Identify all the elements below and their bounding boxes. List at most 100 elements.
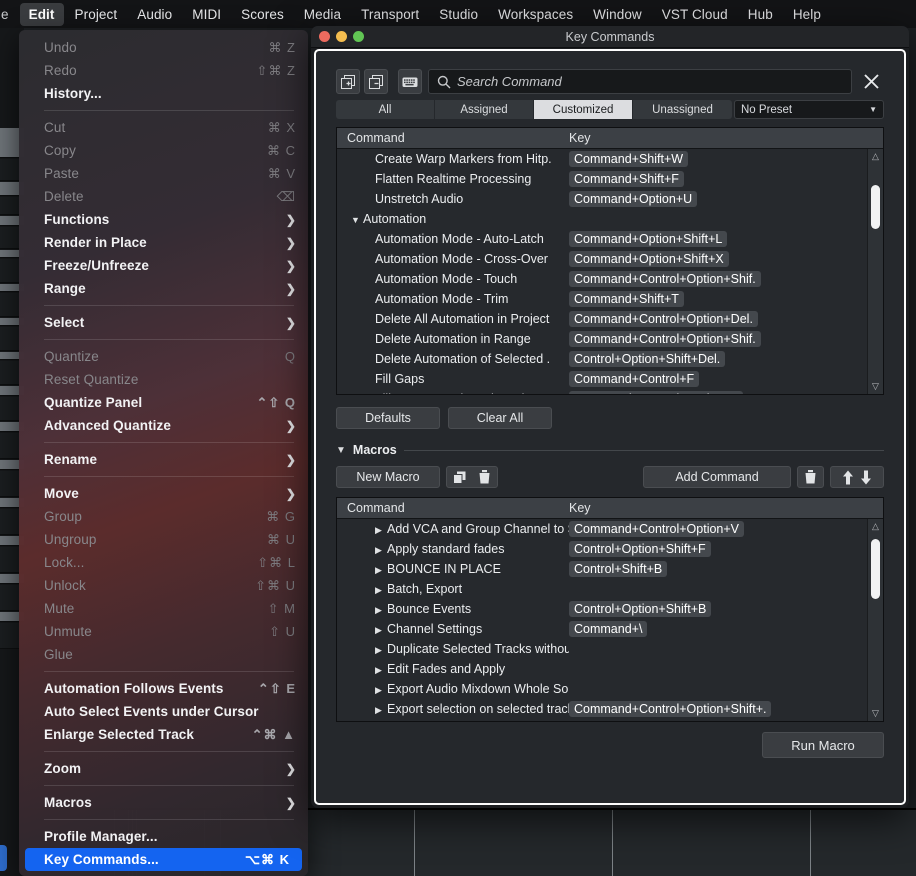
triangle-down-icon[interactable]: ▼	[351, 215, 363, 225]
menu-bar-item-hub[interactable]: Hub	[739, 3, 782, 26]
run-macro-button[interactable]: Run Macro	[762, 732, 884, 758]
triangle-right-icon[interactable]: ▶	[375, 565, 387, 576]
delete-command-icon[interactable]	[797, 466, 824, 488]
expand-all-icon[interactable]	[336, 69, 360, 94]
triangle-right-icon[interactable]: ▶	[375, 685, 387, 696]
row-key-binding[interactable]: Command+Control+Option+Shif.	[569, 331, 761, 347]
menu-item-enlarge-selected-track[interactable]: Enlarge Selected Track ⌃⌘ ▲	[19, 723, 308, 746]
macros-scrollbar-thumb[interactable]	[871, 539, 880, 599]
table-row[interactable]: Automation Mode - Cross-Over Command+Opti…	[337, 249, 883, 269]
menu-item-freeze-unfreeze[interactable]: Freeze/Unfreeze ❯	[19, 254, 308, 277]
scrollbar-thumb[interactable]	[871, 185, 880, 229]
row-key-binding[interactable]: Command+Control+Option+Shif.	[569, 271, 761, 287]
row-key-binding[interactable]: Command+Option+U	[569, 191, 698, 207]
row-key-binding[interactable]: Control+Option+Shift+F	[569, 541, 711, 557]
menu-item-automation-follows-events[interactable]: Automation Follows Events ⌃⇧ E	[19, 677, 308, 700]
table-row[interactable]: Create Warp Markers from Hitp. Command+Sh…	[337, 149, 883, 169]
menu-item-zoom[interactable]: Zoom ❯	[19, 757, 308, 780]
table-row[interactable]: Unstretch Audio Command+Option+U	[337, 189, 883, 209]
collapse-all-icon[interactable]	[364, 69, 388, 94]
table-row[interactable]: ▶ Duplicate Selected Tracks without.	[337, 639, 883, 659]
clear-all-button[interactable]: Clear All	[448, 407, 552, 429]
menu-item-key-commands[interactable]: Key Commands... ⌥⌘ K	[25, 848, 302, 871]
menu-item-profile-manager[interactable]: Profile Manager...	[19, 825, 308, 848]
table-row[interactable]: Delete Automation of Selected . Control+O…	[337, 349, 883, 369]
macros-section-header[interactable]: ▼ Macros	[316, 429, 904, 457]
command-group-row[interactable]: ▼ Automation	[337, 209, 883, 229]
row-key-binding[interactable]: Control+Option+Shift+Del.	[569, 351, 726, 367]
table-row[interactable]: ▶ Edit Fades and Apply	[337, 659, 883, 679]
add-command-button[interactable]: Add Command	[643, 466, 791, 488]
triangle-right-icon[interactable]: ▶	[375, 625, 387, 636]
scroll-up-icon[interactable]: △	[868, 151, 883, 162]
row-key-binding[interactable]: Control+Option+Shift+B	[569, 601, 712, 617]
table-row[interactable]: Fill Gaps on Selected TracksCommand+Cont…	[337, 389, 883, 394]
row-key-binding[interactable]: Command+Control+Option+F	[569, 391, 744, 394]
menu-item-history[interactable]: History...	[19, 82, 308, 105]
commands-table-body[interactable]: Create Warp Markers from Hitp. Command+Sh…	[337, 149, 883, 394]
table-row[interactable]: Fill Gaps Command+Control+F	[337, 369, 883, 389]
table-row[interactable]: ▶ Batch, Export	[337, 579, 883, 599]
triangle-right-icon[interactable]: ▶	[375, 605, 387, 616]
menu-bar-item-window[interactable]: Window	[584, 3, 651, 26]
menu-item-auto-select-events-under-cursor[interactable]: Auto Select Events under Cursor	[19, 700, 308, 723]
row-key-binding[interactable]: Command+Control+Option+Del.	[569, 311, 758, 327]
row-key-binding[interactable]: Command+Control+Option+Shift+.	[569, 701, 772, 717]
row-key-binding[interactable]: Command+Control+Option+V	[569, 521, 745, 537]
menu-bar-item-scores[interactable]: Scores	[232, 3, 293, 26]
preset-dropdown[interactable]: No Preset ▼	[734, 100, 884, 119]
menu-item-select[interactable]: Select ❯	[19, 311, 308, 334]
tab-assigned[interactable]: Assigned	[435, 100, 534, 119]
scroll-down-icon[interactable]: ▽	[868, 381, 883, 392]
triangle-right-icon[interactable]: ▶	[375, 525, 387, 536]
menu-bar-item-edit[interactable]: Edit	[19, 2, 64, 26]
defaults-button[interactable]: Defaults	[336, 407, 440, 429]
menu-item-move[interactable]: Move ❯	[19, 482, 308, 505]
menu-item-quantize-panel[interactable]: Quantize Panel ⌃⇧ Q	[19, 391, 308, 414]
menu-bar-item-midi[interactable]: MIDI	[183, 3, 230, 26]
menu-bar-item-clipped[interactable]: e	[0, 3, 18, 26]
table-row[interactable]: ▶ Apply standard fades Control+Option+Shif…	[337, 539, 883, 559]
search-input[interactable]: Search Command	[428, 69, 852, 94]
triangle-right-icon[interactable]: ▶	[375, 645, 387, 656]
triangle-right-icon[interactable]: ▶	[375, 705, 387, 716]
window-titlebar[interactable]: Key Commands	[311, 26, 909, 48]
tab-customized[interactable]: Customized	[534, 100, 633, 119]
delete-macro-icon[interactable]	[472, 467, 497, 487]
row-key-binding[interactable]: Command+Control+F	[569, 371, 700, 387]
row-key-binding[interactable]: Command+Option+Shift+L	[569, 231, 728, 247]
row-key-binding[interactable]: Command+Shift+T	[569, 291, 684, 307]
menu-bar-item-project[interactable]: Project	[66, 3, 127, 26]
duplicate-macro-icon[interactable]	[447, 467, 472, 487]
row-key-binding[interactable]: Command+Shift+F	[569, 171, 684, 187]
commands-scrollbar[interactable]: △ ▽	[867, 149, 883, 394]
triangle-right-icon[interactable]: ▶	[375, 665, 387, 676]
table-row[interactable]: Delete Automation in Range Command+Contro…	[337, 329, 883, 349]
macros-table-body[interactable]: ▶ Add VCA and Group Channel to Se. Command…	[337, 519, 883, 721]
menu-item-macros[interactable]: Macros ❯	[19, 791, 308, 814]
menu-bar-item-help[interactable]: Help	[784, 3, 830, 26]
row-key-binding[interactable]: Command+\	[569, 621, 648, 637]
menu-bar-item-studio[interactable]: Studio	[430, 3, 487, 26]
keyboard-icon[interactable]	[398, 69, 422, 94]
move-command-buttons[interactable]	[830, 466, 884, 488]
table-row[interactable]: Delete All Automation in Project Command+…	[337, 309, 883, 329]
table-row[interactable]: ▶ BOUNCE IN PLACE Control+Shift+B	[337, 559, 883, 579]
menu-item-render-in-place[interactable]: Render in Place ❯	[19, 231, 308, 254]
table-row[interactable]: Flatten Realtime Processing Command+Shift…	[337, 169, 883, 189]
menu-bar-item-media[interactable]: Media	[295, 3, 350, 26]
table-row[interactable]: ▶ Bounce Events Control+Option+Shift+B	[337, 599, 883, 619]
macros-scroll-up-icon[interactable]: △	[868, 521, 883, 532]
row-key-binding[interactable]: Control+Shift+B	[569, 561, 668, 577]
menu-item-rename[interactable]: Rename ❯	[19, 448, 308, 471]
table-row[interactable]: ▶ Export selection on selected track. Comm…	[337, 699, 883, 719]
row-key-binding[interactable]: Command+Shift+W	[569, 151, 689, 167]
macros-scroll-down-icon[interactable]: ▽	[868, 708, 883, 719]
menu-bar-item-workspaces[interactable]: Workspaces	[489, 3, 582, 26]
clear-search-icon[interactable]	[858, 69, 884, 94]
menu-bar-item-transport[interactable]: Transport	[352, 3, 428, 26]
table-row[interactable]: Automation Mode - Touch Command+Control+O…	[337, 269, 883, 289]
tab-unassigned[interactable]: Unassigned	[633, 100, 732, 119]
table-row[interactable]: Automation Mode - Auto-Latch Command+Opti…	[337, 229, 883, 249]
triangle-right-icon[interactable]: ▶	[375, 585, 387, 596]
